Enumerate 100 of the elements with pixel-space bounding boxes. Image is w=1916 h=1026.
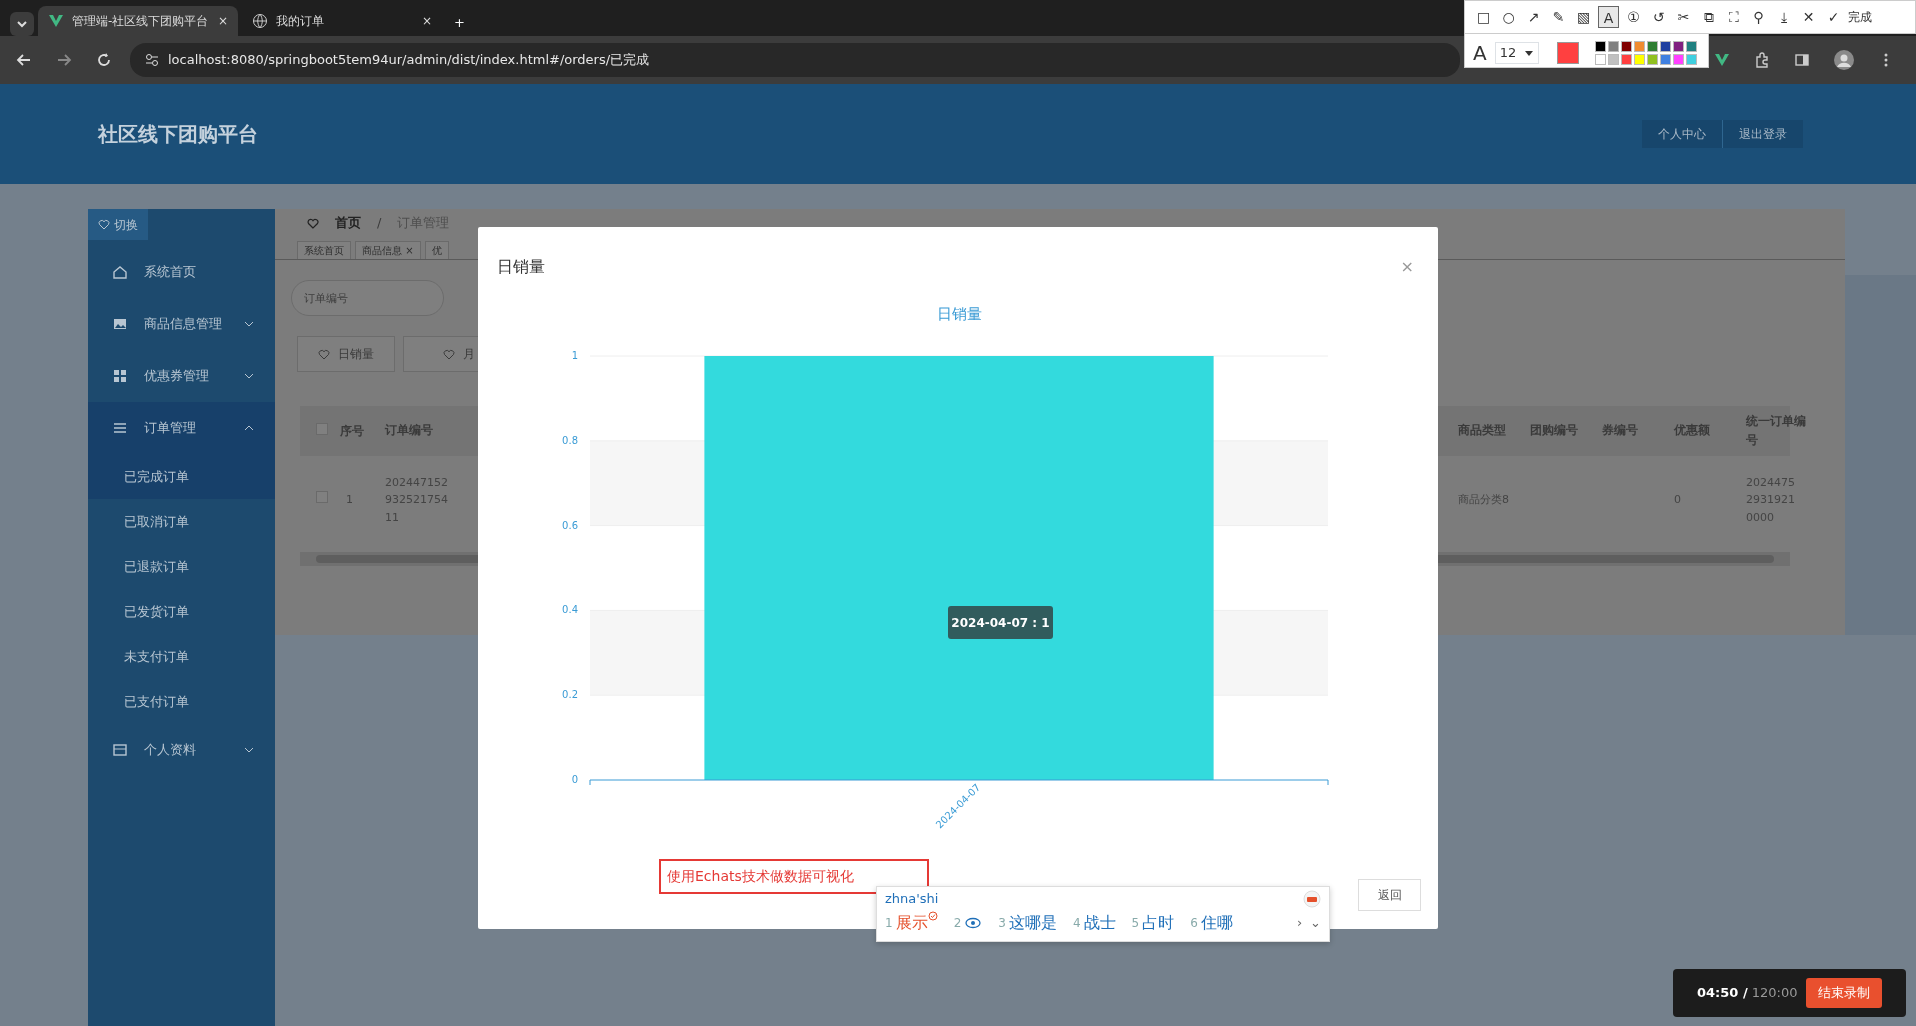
sidebar-item[interactable]: 个人资料 bbox=[88, 724, 275, 776]
tool-button[interactable]: ⚲ bbox=[1748, 6, 1769, 28]
tool-button[interactable]: ⧉ bbox=[1698, 6, 1719, 28]
submenu-item[interactable]: 已退款订单 bbox=[88, 544, 275, 589]
color-swatch[interactable] bbox=[1673, 41, 1685, 52]
modal-title: 日销量 bbox=[497, 256, 545, 278]
column-header: 序号 bbox=[340, 423, 365, 440]
color-swatch[interactable] bbox=[1686, 54, 1698, 65]
puzzle-icon[interactable] bbox=[1754, 52, 1770, 68]
color-swatch[interactable] bbox=[1634, 54, 1646, 65]
tool-button[interactable]: ▧ bbox=[1573, 6, 1594, 28]
ime-candidate[interactable]: 4 战士 bbox=[1072, 911, 1116, 935]
ime-candidate[interactable]: 6 住哪 bbox=[1190, 911, 1233, 935]
color-swatch[interactable] bbox=[1686, 41, 1698, 52]
submenu-item[interactable]: 已发货订单 bbox=[88, 589, 275, 634]
tool-button[interactable]: ○ bbox=[1498, 6, 1519, 28]
tool-button[interactable]: ✕ bbox=[1798, 6, 1819, 28]
image-icon bbox=[112, 316, 128, 332]
forward-icon[interactable] bbox=[56, 52, 72, 68]
site-title: 社区线下团购平台 bbox=[98, 121, 258, 148]
sidebar-item[interactable]: 优惠券管理 bbox=[88, 350, 275, 402]
color-swatch[interactable] bbox=[1621, 41, 1633, 52]
submenu-item[interactable]: 已完成订单 bbox=[88, 454, 275, 499]
tab-list-icon[interactable] bbox=[10, 12, 34, 36]
candidate-index: 5 bbox=[1131, 915, 1140, 932]
address-bar[interactable]: localhost:8080/springboot5tem94ur/admin/dist/index.html#/orders/已完成 bbox=[130, 43, 1460, 77]
page-tab[interactable]: 系统首页 bbox=[297, 241, 351, 259]
candidate-index: 1 bbox=[885, 915, 893, 932]
candidate-index: 3 bbox=[998, 915, 1006, 932]
submenu-item[interactable]: 未支付订单 bbox=[88, 634, 275, 679]
eye-icon bbox=[964, 916, 983, 930]
color-swatch[interactable] bbox=[1608, 41, 1620, 52]
ime-candidate[interactable]: 5 占时 bbox=[1131, 911, 1175, 935]
close-button[interactable]: × bbox=[1394, 254, 1420, 280]
ime-candidate[interactable]: 1 展示 bbox=[885, 911, 938, 935]
submenu-item[interactable]: 已支付订单 bbox=[88, 679, 275, 724]
font-size-select[interactable]: 12 bbox=[1494, 42, 1540, 64]
y-tick-label: 0.6 bbox=[562, 519, 578, 531]
back-icon[interactable] bbox=[16, 52, 32, 68]
color-swatch[interactable] bbox=[1647, 41, 1659, 52]
color-swatch[interactable] bbox=[1660, 41, 1672, 52]
column-header: 统一订单编号 bbox=[1746, 412, 1807, 449]
side-panel-icon[interactable] bbox=[1794, 52, 1810, 68]
tool-button[interactable]: ⛶ bbox=[1723, 6, 1744, 28]
stop-recording-button[interactable]: 结束录制 bbox=[1806, 978, 1882, 1008]
tool-button[interactable]: ① bbox=[1623, 6, 1644, 28]
current-color-swatch[interactable] bbox=[1557, 42, 1580, 64]
color-swatch[interactable] bbox=[1608, 54, 1620, 65]
color-swatch[interactable] bbox=[1673, 54, 1685, 65]
submenu-item[interactable]: 已取消订单 bbox=[88, 499, 275, 544]
total-time: 120:00 bbox=[1751, 985, 1798, 1001]
tool-button[interactable]: ⤓ bbox=[1773, 6, 1794, 28]
browser-tab[interactable]: 我的订单 × bbox=[242, 6, 442, 36]
y-tick-label: 0 bbox=[571, 774, 578, 785]
tool-button[interactable]: ✎ bbox=[1548, 6, 1569, 28]
color-swatch[interactable] bbox=[1634, 41, 1646, 52]
sidebar-item[interactable]: 商品信息管理 bbox=[88, 298, 275, 350]
close-tab-button[interactable]: × bbox=[421, 12, 432, 30]
sidebar-item[interactable]: 系统首页 bbox=[88, 246, 275, 298]
back-button[interactable]: 返回 bbox=[1358, 879, 1421, 911]
tool-button[interactable]: A bbox=[1598, 6, 1619, 28]
tool-button[interactable]: ✂ bbox=[1673, 6, 1694, 28]
tool-button[interactable]: ↺ bbox=[1648, 6, 1669, 28]
heart-icon bbox=[318, 348, 330, 360]
chart-title: 日销量 bbox=[936, 305, 982, 323]
ime-candidate[interactable]: 3 这哪是 bbox=[998, 911, 1057, 935]
column-header: 商品类型 bbox=[1458, 422, 1507, 440]
color-swatch[interactable] bbox=[1647, 54, 1659, 65]
breadcrumb-item[interactable]: 首页 bbox=[335, 213, 361, 233]
color-swatch[interactable] bbox=[1595, 54, 1607, 65]
tool-button[interactable]: ↗ bbox=[1523, 6, 1544, 28]
menu-label: 个人资料 bbox=[144, 741, 197, 760]
page-tab[interactable]: 优 bbox=[424, 241, 449, 259]
reload-icon[interactable] bbox=[96, 52, 112, 68]
grid-icon bbox=[112, 368, 128, 384]
color-swatch[interactable] bbox=[1621, 54, 1633, 65]
header-button[interactable]: 个人中心 bbox=[1642, 120, 1722, 148]
breadcrumb-separator: / bbox=[377, 214, 382, 233]
new-tab-button[interactable]: + bbox=[454, 12, 465, 32]
column-header: 优惠额 bbox=[1674, 422, 1711, 440]
menu-label: 订单管理 bbox=[144, 419, 197, 438]
action-button[interactable]: 日销量 bbox=[297, 336, 395, 372]
menu-label: 系统首页 bbox=[144, 263, 197, 282]
vue-extension-icon[interactable] bbox=[1714, 52, 1730, 68]
close-tab-button[interactable]: × bbox=[217, 12, 228, 30]
y-tick-label: 1 bbox=[571, 350, 578, 361]
tool-button[interactable]: □ bbox=[1473, 6, 1494, 28]
next-page-button[interactable]: › bbox=[1296, 913, 1303, 933]
candidate-index: 6 bbox=[1190, 915, 1198, 932]
avatar-icon[interactable] bbox=[1834, 50, 1854, 70]
page-tab[interactable]: 商品信息 × bbox=[355, 241, 421, 259]
color-swatch[interactable] bbox=[1595, 41, 1607, 52]
browser-tab[interactable]: 管理端-社区线下团购平台 × bbox=[38, 6, 238, 36]
color-swatch[interactable] bbox=[1660, 54, 1672, 65]
expand-button[interactable]: ⌄ bbox=[1310, 913, 1321, 933]
tool-button[interactable]: ✓ bbox=[1823, 6, 1844, 28]
header-button[interactable]: 退出登录 bbox=[1722, 120, 1803, 148]
card-icon bbox=[112, 742, 128, 758]
toggle-button[interactable]: 切换 bbox=[88, 209, 148, 240]
site-info-icon[interactable] bbox=[144, 52, 160, 68]
